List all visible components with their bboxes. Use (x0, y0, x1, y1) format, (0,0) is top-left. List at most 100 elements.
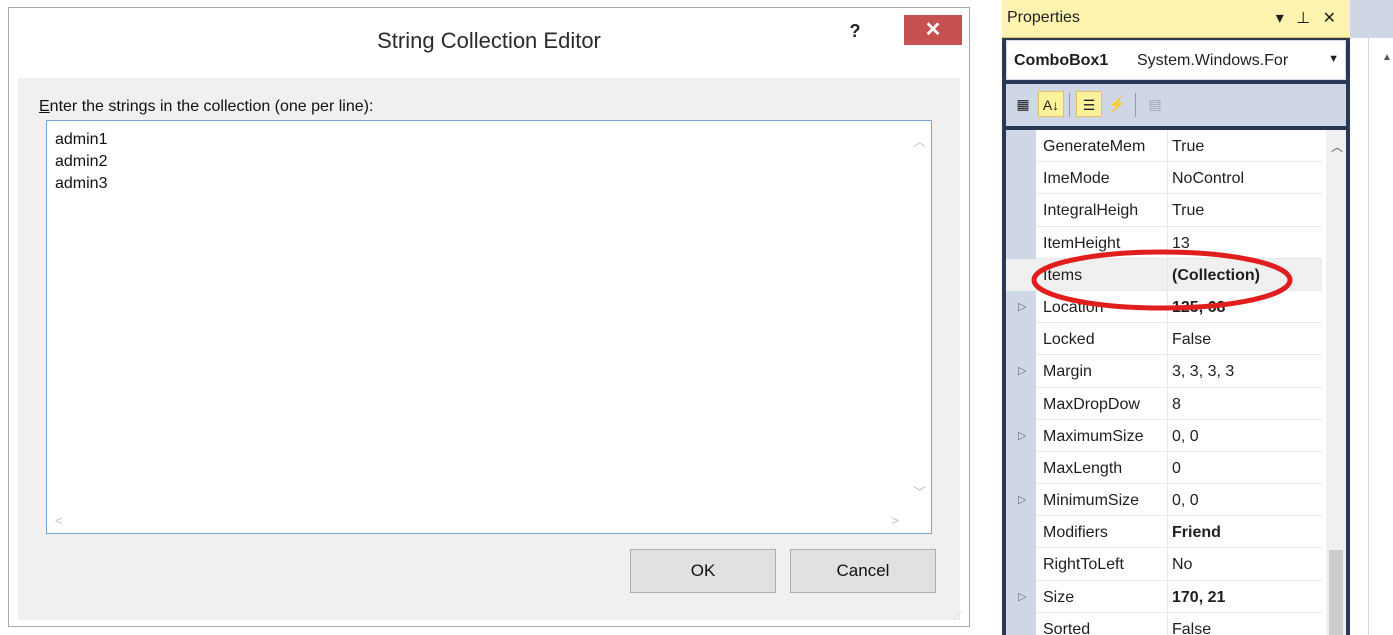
properties-view-icon[interactable]: ☰ (1076, 91, 1102, 117)
properties-panel: Properties ▾ ⊥ ✕ ComboBox1 System.Window… (1002, 0, 1350, 635)
property-row[interactable]: GenerateMem True (1006, 130, 1322, 163)
property-row[interactable]: ▷ Size 170, 21 (1006, 580, 1322, 613)
dropdown-arrow-icon[interactable]: ▼ (1328, 53, 1339, 65)
scroll-down-icon[interactable]: ﹀ (913, 482, 926, 501)
expand-icon[interactable]: ▷ (1018, 364, 1026, 377)
property-value[interactable]: Friend (1172, 524, 1221, 542)
property-row[interactable]: ▷ Margin 3, 3, 3, 3 (1006, 355, 1322, 388)
property-row[interactable]: MaxLength 0 (1006, 451, 1322, 485)
property-grid: GenerateMem True ImeMode NoControl IntegralH… (1006, 130, 1346, 635)
editor-edge: ▲ (1350, 0, 1393, 635)
property-row[interactable]: Locked False (1006, 323, 1322, 356)
object-selector[interactable]: ComboBox1 System.Windows.For ▼ (1006, 40, 1346, 80)
dialog-titlebar[interactable]: String Collection Editor ? ✕ (9, 8, 969, 78)
object-name: ComboBox1 (1014, 52, 1109, 69)
grid-divider (1167, 548, 1168, 581)
property-value[interactable]: False (1172, 331, 1211, 349)
property-name: IntegralHeigh (1043, 202, 1139, 220)
expand-icon[interactable]: ▷ (1018, 300, 1026, 313)
scroll-up-icon[interactable]: ︿ (1331, 138, 1343, 155)
grid-divider (1167, 162, 1168, 195)
property-row[interactable]: IntegralHeigh True (1006, 194, 1322, 227)
property-name: MinimumSize (1043, 492, 1140, 510)
help-button[interactable]: ? (837, 18, 873, 44)
property-name: MaxDropDow (1043, 395, 1140, 413)
properties-title: Properties (1007, 9, 1080, 26)
scroll-up-icon[interactable]: ︿ (913, 131, 926, 150)
object-type: System.Windows.For (1137, 52, 1289, 69)
property-value[interactable]: NoControl (1172, 170, 1244, 188)
property-name: MaximumSize (1043, 427, 1144, 445)
property-value[interactable]: 8 (1172, 396, 1181, 414)
string-collection-editor-dialog: String Collection Editor ? ✕ Enter the s… (8, 7, 970, 627)
property-value[interactable]: 3, 3, 3, 3 (1172, 363, 1234, 381)
property-row[interactable]: ▷ MinimumSize 0, 0 (1006, 484, 1322, 517)
property-row[interactable]: ImeMode NoControl (1006, 162, 1322, 195)
property-value[interactable]: 0, 0 (1172, 428, 1199, 446)
property-name: GenerateMem (1043, 138, 1146, 155)
property-name: Margin (1043, 363, 1092, 381)
close-button[interactable]: ✕ (904, 15, 962, 45)
expand-icon[interactable]: ▷ (1018, 590, 1026, 603)
toolbar-separator (1135, 93, 1136, 117)
grid-divider (1167, 194, 1168, 227)
scrollbar-thumb[interactable] (1329, 550, 1343, 635)
items-highlight-ellipse (1031, 249, 1293, 311)
scroll-left-icon[interactable]: < (55, 513, 63, 528)
grid-divider (1167, 484, 1168, 517)
grid-divider (1167, 387, 1168, 420)
scroll-up-icon[interactable]: ▲ (1382, 52, 1392, 63)
property-name: Sorted (1043, 620, 1091, 635)
prompt-mnemonic: E (39, 98, 50, 115)
property-value[interactable]: True (1172, 138, 1204, 156)
horizontal-scrollbar[interactable]: < > (47, 509, 909, 533)
resize-grip-icon[interactable]: ⋰ (953, 610, 965, 622)
property-rows: GenerateMem True ImeMode NoControl IntegralH… (1006, 130, 1322, 635)
grid-divider (1167, 323, 1168, 356)
property-row[interactable]: RightToLeft No (1006, 548, 1322, 581)
panel-window-controls[interactable]: ▾ ⊥ ✕ (1276, 8, 1340, 28)
property-value[interactable]: 0, 0 (1172, 492, 1199, 510)
scroll-right-icon[interactable]: > (891, 513, 899, 528)
dialog-title: String Collection Editor (377, 28, 601, 53)
property-name: RightToLeft (1043, 556, 1124, 574)
prompt-text: nter the strings in the collection (one … (49, 98, 374, 115)
vertical-scrollbar[interactable]: ︿ ﹀ (907, 121, 931, 509)
property-value[interactable]: No (1172, 556, 1192, 574)
property-row[interactable]: MaxDropDow 8 (1006, 387, 1322, 420)
grid-divider (1167, 130, 1168, 163)
toolbar-separator (1069, 93, 1070, 117)
events-lightning-icon[interactable]: ⚡ (1104, 91, 1130, 117)
strings-textarea[interactable]: admin1 admin2 admin3 ︿ ﹀ < > (46, 120, 932, 534)
expand-icon[interactable]: ▷ (1018, 429, 1026, 442)
alphabetical-sort-icon[interactable]: A↓ (1038, 91, 1064, 117)
grid-divider (1167, 580, 1168, 613)
expand-icon[interactable]: ▷ (1018, 493, 1026, 506)
grid-divider (1167, 355, 1168, 388)
property-value[interactable]: 0 (1172, 460, 1181, 478)
properties-titlebar[interactable]: Properties ▾ ⊥ ✕ (1002, 0, 1350, 38)
property-row[interactable]: ▷ MaximumSize 0, 0 (1006, 419, 1322, 452)
property-value[interactable]: False (1172, 621, 1211, 635)
collection-prompt-label: Enter the strings in the collection (one… (39, 98, 373, 116)
property-row[interactable]: Modifiers Friend (1006, 516, 1322, 549)
editor-edge-divider (1368, 38, 1369, 635)
property-value[interactable]: True (1172, 202, 1204, 220)
grid-divider (1167, 516, 1168, 549)
ok-button[interactable]: OK (630, 549, 776, 593)
editor-edge-band (1350, 0, 1393, 38)
property-name: Size (1043, 588, 1075, 606)
property-grid-scrollbar[interactable]: ︿ (1326, 130, 1346, 635)
property-row[interactable]: Sorted False (1006, 612, 1322, 635)
cancel-button[interactable]: Cancel (790, 549, 936, 593)
property-name: Locked (1043, 331, 1095, 349)
property-pages-icon[interactable]: ▤ (1142, 91, 1168, 117)
property-name: Modifiers (1043, 524, 1108, 542)
grid-divider (1167, 451, 1168, 485)
grid-divider (1167, 612, 1168, 635)
property-value[interactable]: 170, 21 (1172, 589, 1225, 607)
grid-divider (1167, 419, 1168, 452)
strings-content: admin1 admin2 admin3 (55, 131, 108, 192)
properties-toolbar: ▦ A↓ ☰ ⚡ ▤ (1006, 84, 1346, 126)
categorized-icon[interactable]: ▦ (1010, 91, 1036, 117)
